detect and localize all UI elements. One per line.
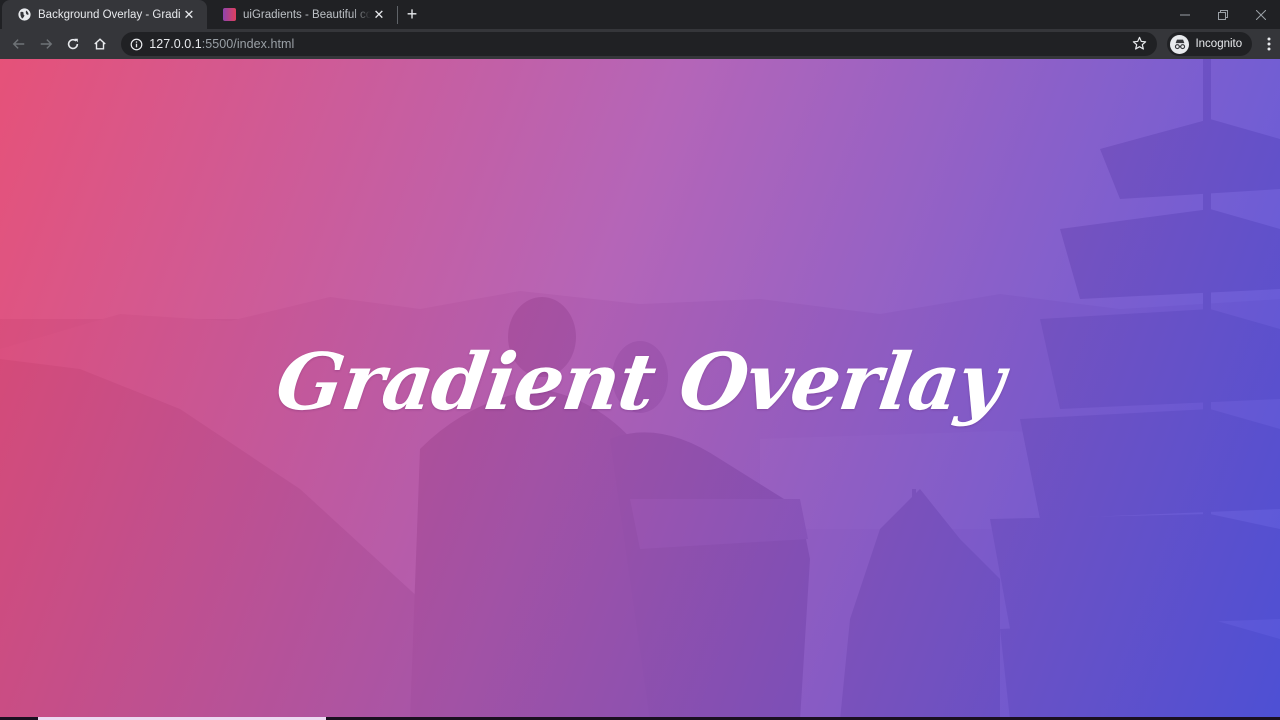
back-button[interactable]: [6, 31, 33, 58]
incognito-label: Incognito: [1195, 38, 1243, 50]
tab-title: uiGradients - Beautiful colored gradient…: [243, 8, 371, 21]
tab-background-overlay[interactable]: Background Overlay - Gradient ✕: [2, 0, 207, 29]
reload-icon: [67, 38, 79, 50]
forward-button[interactable]: [33, 31, 60, 58]
reload-button[interactable]: [60, 31, 87, 58]
window-controls: [1166, 0, 1280, 29]
more-vert-icon: [1267, 37, 1271, 51]
home-button[interactable]: [86, 31, 113, 58]
home-icon: [94, 38, 106, 50]
address-bar[interactable]: 127.0.0.1:5500/index.html: [121, 32, 1158, 56]
url-host: 127.0.0.1: [149, 37, 202, 51]
restore-button[interactable]: [1204, 0, 1242, 29]
uigradients-favicon: [223, 8, 236, 21]
tab-uigradients[interactable]: uiGradients - Beautiful colored gradient…: [207, 0, 397, 29]
globe-icon: [18, 8, 31, 21]
tab-title: Background Overlay - Gradient: [38, 8, 181, 21]
incognito-indicator[interactable]: Incognito: [1167, 32, 1253, 56]
url-path: :5500/index.html: [201, 37, 295, 51]
hero-title: Gradient Overlay: [270, 337, 1010, 428]
close-tab-icon[interactable]: ✕: [371, 7, 387, 23]
close-tab-icon[interactable]: ✕: [181, 7, 197, 23]
arrow-left-icon: [13, 39, 25, 49]
browser-menu-button[interactable]: [1258, 32, 1280, 56]
url-text: 127.0.0.1:5500/index.html: [149, 37, 294, 51]
tab-strip: Background Overlay - Gradient ✕ uiGradie…: [0, 0, 1280, 29]
browser-toolbar: 127.0.0.1:5500/index.html Incognito: [0, 29, 1280, 59]
page-viewport: Gradient Overlay: [0, 59, 1280, 720]
minimize-button[interactable]: [1166, 0, 1204, 29]
arrow-right-icon: [40, 39, 53, 49]
incognito-icon: [1170, 34, 1190, 54]
new-tab-button[interactable]: +: [398, 0, 426, 29]
info-icon: [130, 38, 143, 50]
close-window-button[interactable]: [1242, 0, 1280, 29]
bookmark-star-icon[interactable]: [1132, 36, 1147, 56]
